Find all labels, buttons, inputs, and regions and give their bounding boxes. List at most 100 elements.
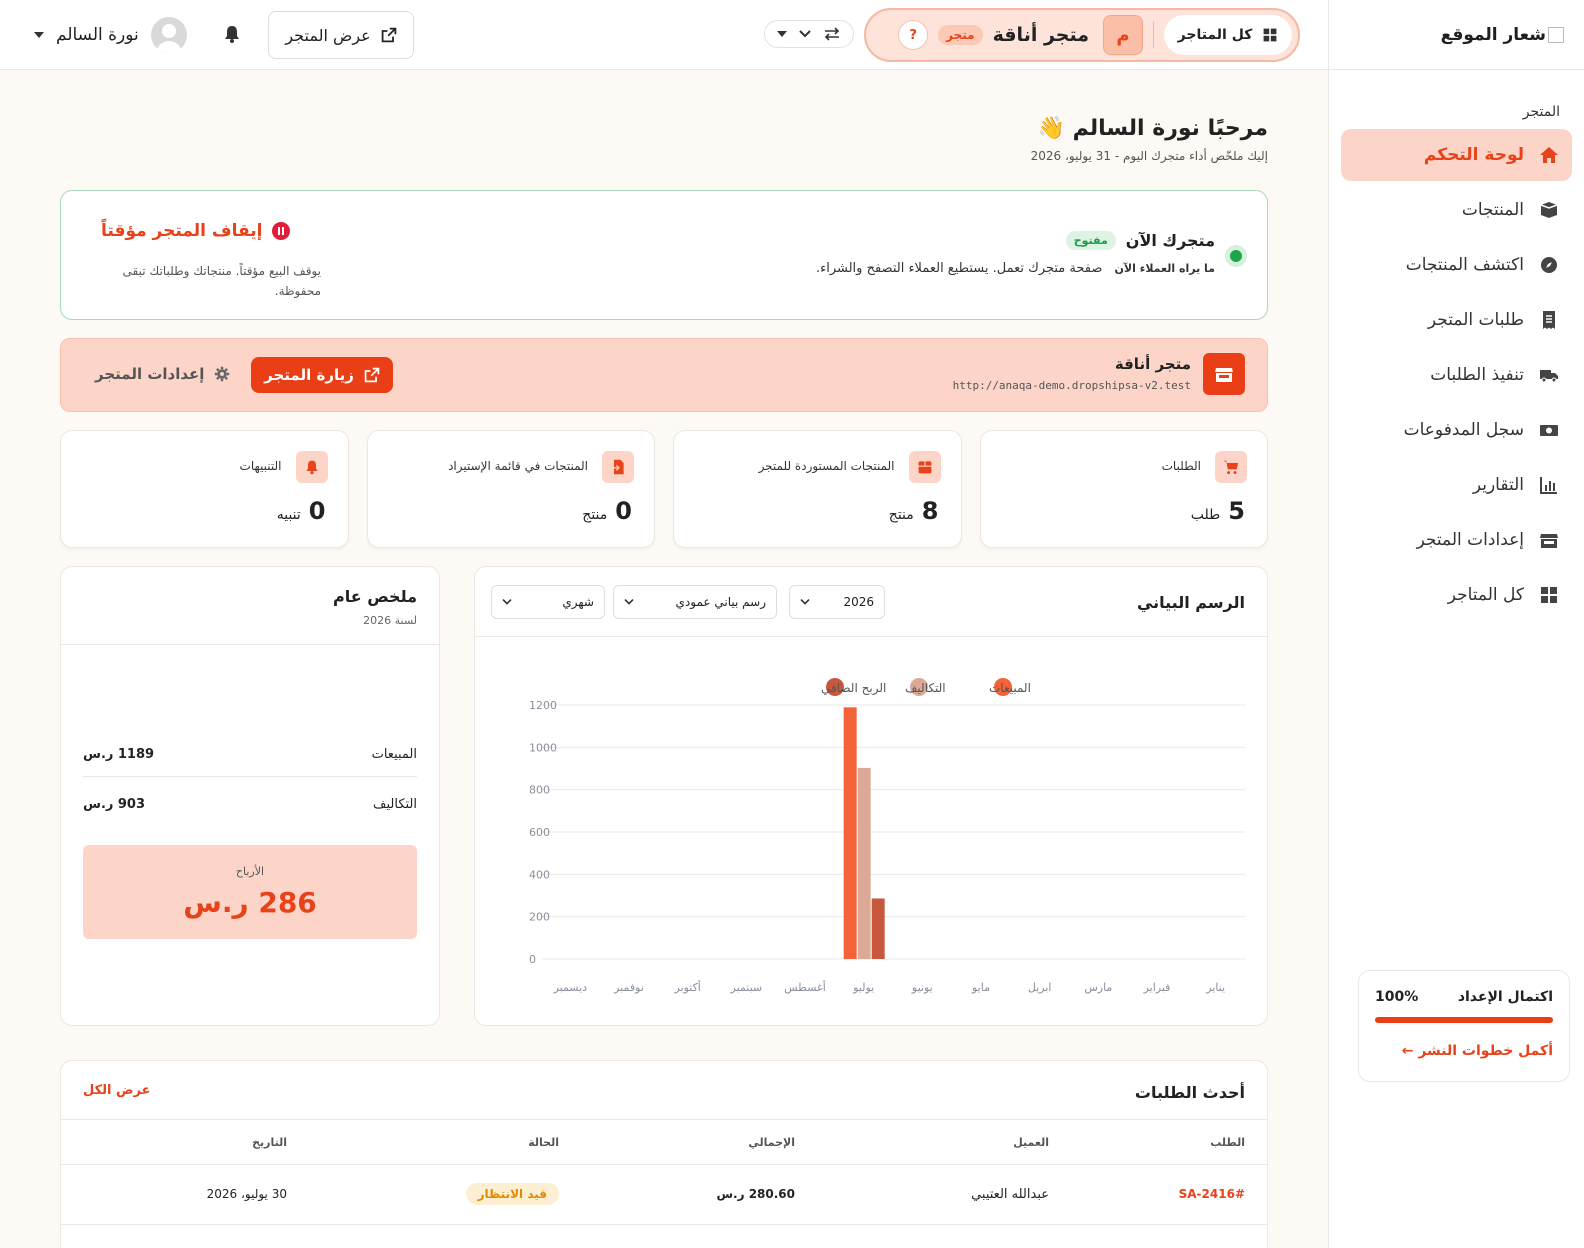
- cart-icon: [1215, 451, 1247, 483]
- stat-label: التنبيهات: [239, 459, 282, 473]
- x-tick-label: يناير: [1205, 981, 1225, 994]
- summary-sales-row: المبيعات 1189 ر.س: [83, 747, 417, 777]
- logo-text: شعار الموقع: [1440, 24, 1546, 45]
- stat-card-alerts[interactable]: التنبيهات 0 تنبيه: [60, 430, 349, 548]
- box-icon: [908, 451, 941, 483]
- sidebar-item-label: التقارير: [1472, 475, 1524, 495]
- order-id-link[interactable]: SA-2416#: [1179, 1187, 1245, 1201]
- chart-title: الرسم البياني: [1136, 593, 1245, 612]
- sidebar-item-discover[interactable]: اكتشف المنتجات: [1341, 239, 1572, 291]
- pause-store-button[interactable]: إيقاف المتجر مؤقتاً: [101, 221, 291, 241]
- store-icon: [1538, 529, 1560, 551]
- chart-icon: [1538, 474, 1560, 496]
- bar: [857, 767, 871, 959]
- all-stores-label: كل المتاجر: [1177, 27, 1253, 43]
- chevron-down-icon: [800, 599, 810, 605]
- profit-value: 286 ر.س: [183, 886, 317, 919]
- x-tick-label: يونيو: [911, 981, 933, 994]
- setup-progress-bar: [1375, 1017, 1553, 1023]
- complete-publish-steps-link[interactable]: أكمل خطوات النشر ←: [1375, 1043, 1553, 1059]
- profit-box: الأرباح 286 ر.س: [83, 845, 417, 939]
- year-select-value: 2026: [843, 595, 874, 609]
- stat-value: 8: [921, 497, 939, 525]
- legend-label: التكاليف: [905, 681, 946, 695]
- x-tick-label: نوفمبر: [613, 981, 644, 994]
- profit-label: الأرباح: [235, 865, 265, 878]
- store-settings-button[interactable]: إعدادات المتجر: [95, 365, 230, 383]
- grid-icon: [1538, 584, 1560, 606]
- period-select-value: شهري: [562, 595, 594, 609]
- pause-icon: [272, 222, 291, 240]
- stats-row: الطلبات 5 طلب المنتجات المستوردة للمتجر 8…: [60, 430, 1268, 548]
- chevron-down-icon: [624, 599, 634, 605]
- setup-progress-fill: [1375, 1017, 1553, 1023]
- sidebar-item-dashboard[interactable]: لوحة التحكم: [1341, 129, 1572, 181]
- y-tick-label: 400: [529, 868, 550, 881]
- x-tick-label: مارس: [1084, 981, 1112, 994]
- x-tick-label: أكتوبر: [673, 980, 700, 994]
- chart-card: الرسم البياني 2026 رسم بياني عمودي شهري …: [474, 566, 1268, 1026]
- sidebar-item-store-settings[interactable]: إعدادات المتجر: [1341, 514, 1572, 566]
- sidebar-item-reports[interactable]: التقارير: [1341, 459, 1572, 511]
- user-name: نورة السالم: [56, 25, 139, 45]
- x-tick-label: مايو: [971, 981, 990, 994]
- stat-card-imported-products[interactable]: المنتجات المستوردة للمتجر 8 منتج: [673, 430, 962, 548]
- view-store-label: عرض المتجر: [285, 25, 371, 45]
- home-icon: [1538, 144, 1560, 166]
- chart-type-select[interactable]: رسم بياني عمودي: [613, 585, 777, 619]
- stat-label: المنتجات المستوردة للمتجر: [758, 459, 895, 473]
- sidebar-item-payments[interactable]: سجل المدفوعات: [1341, 404, 1572, 456]
- store-switch-dropdown[interactable]: [764, 20, 854, 48]
- status-badge: قيد الانتظار: [465, 1183, 559, 1205]
- banner-store-url[interactable]: http://anaqa-demo.dropshipsa-v2.test: [953, 379, 1191, 392]
- x-tick-label: فبراير: [1143, 981, 1171, 994]
- truck-icon: [1538, 364, 1560, 386]
- store-settings-label: إعدادات المتجر: [95, 365, 205, 383]
- summary-costs-label: التكاليف: [373, 797, 417, 812]
- store-banner: متجر أناقة http://anaqa-demo.dropshipsa-…: [60, 338, 1268, 412]
- x-tick-label: سبتمبر: [730, 981, 763, 994]
- site-logo[interactable]: شعار الموقع: [1329, 0, 1584, 70]
- sidebar-item-label: إعدادات المتجر: [1416, 530, 1524, 550]
- stat-unit: منتج: [582, 507, 608, 523]
- summary-costs-value: 903 ر.س: [83, 797, 146, 812]
- orders-table-header: الطلب العميل الإجمالي الحالة التاريخ: [61, 1119, 1267, 1165]
- money-icon: [1538, 419, 1560, 441]
- notifications-bell-icon[interactable]: [220, 24, 242, 46]
- all-stores-button[interactable]: كل المتاجر: [1164, 15, 1292, 55]
- bar: [843, 707, 857, 959]
- legend-label: الربح الصافي: [821, 681, 886, 696]
- view-store-button[interactable]: عرض المتجر: [268, 11, 414, 59]
- column-header: الطلب: [1210, 1136, 1245, 1149]
- stat-label: المنتجات في قائمة الإستيراد: [448, 459, 588, 473]
- current-store-name: متجر أناقة: [992, 24, 1089, 46]
- column-header: التاريخ: [252, 1136, 287, 1149]
- page-title: مرحبًا نورة السالم 👋: [1037, 116, 1268, 141]
- stat-value: 0: [308, 497, 326, 525]
- setup-progress-card: اكتمال الإعداد 100% أكمل خطوات النشر ←: [1358, 970, 1570, 1082]
- sidebar-item-all-stores[interactable]: كل المتاجر: [1341, 569, 1572, 621]
- stat-card-import-list[interactable]: المنتجات في قائمة الإستيراد 0 منتج: [366, 430, 655, 548]
- stat-card-orders[interactable]: الطلبات 5 طلب: [979, 430, 1268, 548]
- sidebar-item-fulfillment[interactable]: تنفيذ الطلبات: [1341, 349, 1572, 401]
- summary-costs-row: التكاليف 903 ر.س: [83, 797, 417, 826]
- sidebar-item-products[interactable]: المنتجات: [1341, 184, 1572, 236]
- sidebar-item-orders[interactable]: طلبات المتجر: [1341, 294, 1572, 346]
- view-all-orders-link[interactable]: عرض الكل: [83, 1083, 150, 1098]
- period-select[interactable]: شهري: [491, 585, 605, 619]
- user-menu[interactable]: نورة السالم: [34, 16, 187, 54]
- table-row[interactable]: SA-2416# عبدالله العتيبي 280.60 ر.س قيد …: [61, 1165, 1267, 1225]
- store-switcher[interactable]: كل المتاجر م متجر أناقة متجر ?: [864, 8, 1300, 62]
- setup-title: اكتمال الإعداد: [1457, 989, 1553, 1005]
- store-type-badge: متجر: [938, 25, 983, 45]
- grid-icon: [1263, 28, 1277, 42]
- visit-store-button[interactable]: زيارة المتجر: [251, 357, 393, 393]
- pause-description: يوقف البيع مؤقتاً. منتجاتك وطلباتك تبقى …: [122, 264, 321, 298]
- x-tick-label: يوليو: [852, 981, 874, 994]
- year-select[interactable]: 2026: [789, 585, 885, 619]
- sidebar-item-label: لوحة التحكم: [1423, 145, 1524, 165]
- help-button[interactable]: ?: [898, 20, 929, 50]
- column-header: الإجمالي: [748, 1136, 795, 1149]
- sidebar-item-label: تنفيذ الطلبات: [1430, 365, 1524, 385]
- summary-title: ملخص عام: [332, 587, 417, 606]
